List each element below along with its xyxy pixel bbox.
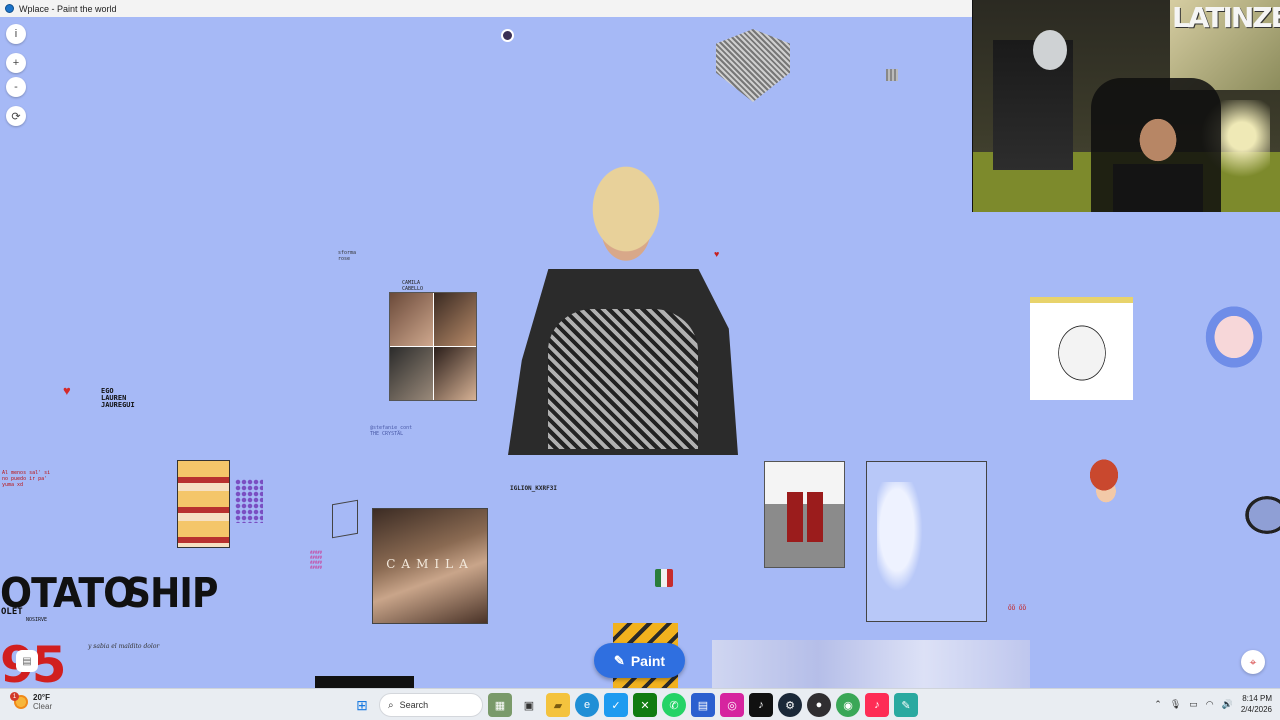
twitter-icon[interactable]: ✓ — [604, 693, 628, 717]
album-title: CAMILA — [386, 557, 474, 571]
whatsapp-icon[interactable]: ✆ — [662, 693, 686, 717]
search-input[interactable]: ⌕ Search — [379, 693, 483, 717]
collage-caption: CAMILA CABELLO — [402, 280, 424, 292]
webcam-overlay: LATINZEL — [972, 0, 1280, 212]
username-pixel-text: IGLION_KXRF3I — [510, 485, 557, 492]
island-map-pixel-art — [866, 461, 987, 622]
system-tray: ⌃ 🎙 ▭ ◠ 🔊 8:14 PM 2/4/2026 — [1154, 693, 1272, 715]
red-pixel-text: ÖÖ ÖÖ — [1008, 605, 1027, 612]
black-bar-pixel-art — [315, 676, 414, 688]
menu-icon[interactable]: ▤ — [16, 650, 38, 672]
collage-photo — [390, 293, 433, 346]
anime-girl-pixel-art — [1184, 293, 1280, 377]
instagram-icon[interactable]: ◎ — [720, 693, 744, 717]
small-note-text: sforma rose — [338, 250, 357, 262]
cube-pixel-art — [332, 499, 358, 539]
clock[interactable]: 8:14 PM 2/4/2026 — [1241, 693, 1272, 715]
paint-button-label: Paint — [630, 652, 666, 669]
wifi-icon[interactable]: ◠ — [1206, 699, 1214, 710]
ego-pixel-text: EGO LAUREN JAUREGUI — [101, 387, 135, 409]
collage-photo — [433, 293, 476, 346]
soccer-kids-pixel-art — [764, 461, 845, 568]
zoom-out-button[interactable]: - — [6, 77, 26, 97]
eyes-pixel-art — [177, 460, 230, 548]
paint-button[interactable]: ✎ Paint — [594, 643, 685, 678]
search-icon: ⌕ — [388, 699, 394, 711]
window-titlebar: Wplace - Paint the world — [0, 0, 972, 17]
tiktok-live-icon[interactable]: ♪ — [865, 693, 889, 717]
streamer — [1113, 100, 1203, 212]
steam-icon[interactable]: ⚙ — [778, 693, 802, 717]
weather-sun-icon: 1 — [10, 692, 28, 709]
tiktok-icon[interactable]: ♪ — [749, 693, 773, 717]
pink-pixel-text: ##### ##### ##### ##### — [310, 550, 323, 570]
xbox-icon[interactable]: ✕ — [633, 693, 657, 717]
weather-widget[interactable]: 1 20°F Clear — [10, 692, 53, 711]
heart-icon: ♥ — [714, 249, 720, 259]
flag-pixel-art — [655, 569, 673, 587]
weather-temp: 20°F — [33, 693, 50, 702]
ship-pixel-text: SHIP — [125, 569, 218, 617]
cursive-pixel-text: y sabia el maldito dolor — [88, 643, 160, 650]
volume-icon[interactable]: 🔊 — [1222, 699, 1233, 710]
graffiti-sign: LATINZEL — [1170, 0, 1280, 90]
refresh-button[interactable]: ⟳ — [6, 106, 26, 126]
window-title: Wplace - Paint the world — [19, 3, 117, 14]
dots-pixel-art — [235, 479, 263, 523]
locate-icon[interactable]: ⌖ — [1241, 650, 1265, 674]
search-label: Search — [399, 700, 429, 710]
olet-pixel-text: OLET — [1, 607, 23, 617]
collage-photo — [433, 347, 476, 400]
photo-collage-pixel-art — [389, 292, 477, 401]
redhead-pixel-art — [1080, 457, 1130, 523]
task-view-icon[interactable]: ▣ — [517, 693, 541, 717]
small-note-text: @stefanie_cont THE CRYSTAL — [370, 425, 413, 437]
helmet-icon — [1033, 30, 1067, 70]
pencil-icon: ✎ — [613, 652, 625, 668]
weather-badge: 1 — [10, 692, 19, 701]
edge-icon[interactable]: e — [575, 693, 599, 717]
character-pixel-art — [1237, 487, 1280, 541]
wplace-icon[interactable]: ✎ — [894, 693, 918, 717]
wplace-app-icon — [5, 4, 14, 13]
widgets-icon[interactable]: ▦ — [488, 693, 512, 717]
chrome-icon[interactable]: ◉ — [836, 693, 860, 717]
spiral-pixel-art — [716, 29, 790, 102]
taskbar: 1 20°F Clear ⊞ ⌕ Search ▦ ▣ ▰ e ✓ ✕ ✆ ▤ … — [0, 688, 1280, 720]
heart-icon: ♥ — [63, 383, 71, 398]
zoom-in-button[interactable]: + — [6, 53, 26, 73]
anime-portrait-pixel-art — [1030, 297, 1133, 400]
small-grid-pixel-art — [886, 69, 898, 81]
clock-date: 2/4/2026 — [1240, 705, 1272, 714]
snow-scene-pixel-art — [712, 640, 1030, 688]
album-cover-pixel-art: CAMILA — [372, 508, 488, 624]
store-icon[interactable]: ▤ — [691, 693, 715, 717]
start-icon[interactable]: ⊞ — [350, 693, 374, 717]
clock-time: 8:14 PM — [1242, 694, 1272, 703]
chevron-up-icon[interactable]: ⌃ — [1154, 699, 1162, 710]
display-icon[interactable]: ▭ — [1189, 699, 1198, 710]
portrait-pixel-art — [508, 139, 738, 455]
nosirve-pixel-text: NOSIRVE — [26, 617, 48, 623]
microphone-icon[interactable]: 🎙 — [1170, 699, 1181, 710]
spanish-note-text: Al menos sal' si no puedo ir pa' yuma xd — [2, 470, 51, 488]
info-button[interactable]: i — [6, 24, 26, 44]
obs-icon[interactable]: ● — [807, 693, 831, 717]
taskbar-apps: ⊞ ⌕ Search ▦ ▣ ▰ e ✓ ✕ ✆ ▤ ◎ ♪ ⚙ ● ◉ ♪ ✎ — [350, 693, 918, 717]
file-explorer-icon[interactable]: ▰ — [546, 693, 570, 717]
weather-desc: Clear — [33, 702, 53, 711]
skull-pixel-art — [501, 29, 514, 42]
collage-photo — [390, 347, 433, 400]
